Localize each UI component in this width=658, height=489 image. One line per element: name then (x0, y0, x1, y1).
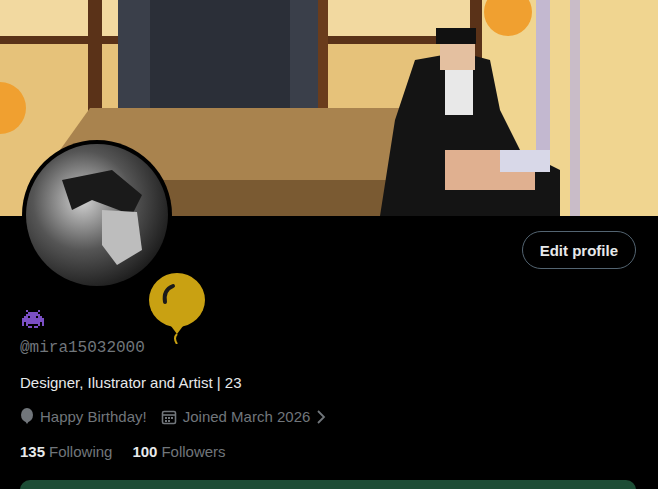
joined-date[interactable]: Joined March 2026 (161, 407, 327, 427)
avatar-image[interactable] (22, 140, 172, 290)
calendar-icon (161, 409, 177, 425)
banner-strip[interactable] (20, 480, 636, 489)
handle: @mira15032000 (20, 338, 636, 358)
stat-link[interactable]: 135Following (20, 442, 112, 462)
stats-row: 135Following 100Followers (20, 442, 636, 462)
birthday: Happy Birthday! (20, 407, 147, 427)
bio: Designer, Ilustrator and Artist | 23 (20, 373, 636, 393)
balloon-icon (147, 272, 207, 344)
meta-row: Happy Birthday! Joined March 2026 (20, 407, 636, 427)
profile-page: Edit profile @mira15032000 Designer, Ilust… (0, 0, 658, 489)
edit-profile-button[interactable]: Edit profile (522, 231, 636, 269)
balloon-icon (20, 408, 34, 426)
chevron-right-icon (316, 409, 326, 425)
space-invader-icon (20, 310, 46, 332)
stat-link[interactable]: 100Followers (132, 442, 225, 462)
